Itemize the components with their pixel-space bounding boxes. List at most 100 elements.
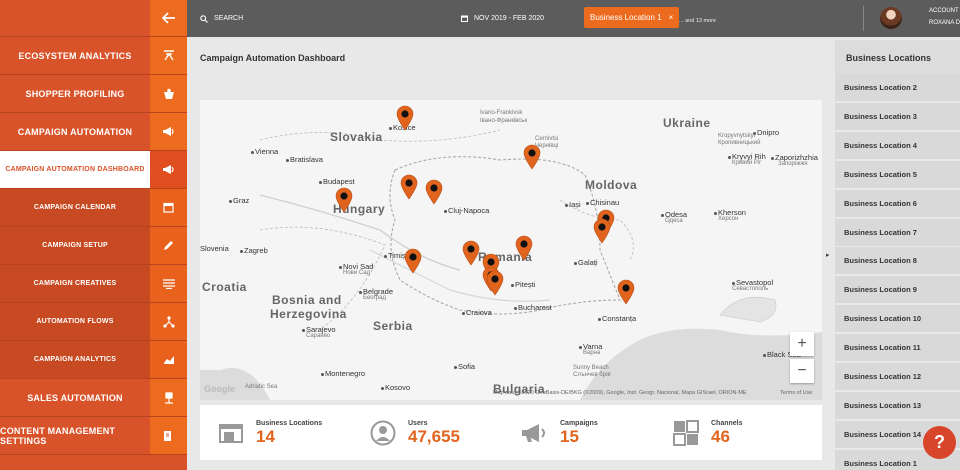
location-pin-icon[interactable]	[335, 187, 353, 213]
panel-title: Business Locations	[835, 40, 960, 75]
stat-value: 14	[256, 426, 275, 446]
location-pin-icon[interactable]	[515, 235, 533, 261]
sidebar-item-label: CAMPAIGN CALENDAR	[0, 189, 150, 226]
city-dot	[763, 354, 766, 357]
close-icon[interactable]: ×	[669, 13, 674, 22]
location-pin-icon[interactable]	[425, 179, 443, 205]
map[interactable]: Slovakia Ukraine Hungary Moldova Romania Bosn…	[200, 100, 822, 400]
location-pin-icon[interactable]	[400, 174, 418, 200]
sidebar-item-ecosystem-analytics[interactable]: ECOSYSTEM ANALYTICS	[0, 37, 187, 75]
sidebar-item-content-management-settings[interactable]: CONTENT MANAGEMENT SETTINGS	[0, 417, 187, 455]
sidebar-item-shopper-profiling[interactable]: SHOPPER PROFILING	[0, 75, 187, 113]
location-chip-label: Business Location 1	[590, 13, 662, 22]
city-label: Iași	[569, 200, 581, 209]
city-label: Zagreb	[244, 246, 268, 255]
stat-campaigns: Campaigns 15	[520, 405, 598, 460]
business-location-item[interactable]: Business Location 10	[835, 305, 960, 333]
account-name: ROXANA D	[929, 20, 960, 26]
panel-toggle-icon[interactable]: ▸	[826, 251, 830, 259]
stat-label: Channels	[711, 419, 743, 427]
business-location-item[interactable]: Business Location 13	[835, 391, 960, 419]
megaphone-icon	[522, 423, 545, 442]
city-dot	[251, 151, 254, 154]
sidebar-item-campaign-calendar[interactable]: CAMPAIGN CALENDAR	[0, 189, 187, 227]
city-label: Craiova	[466, 308, 492, 317]
sidebar-item-campaign-setup[interactable]: CAMPAIGN SETUP	[0, 227, 187, 265]
stat-value: 47,655	[408, 426, 460, 446]
calendar-icon	[150, 189, 187, 226]
sidebar-item-automation-flows[interactable]: AUTOMATION FLOWS	[0, 303, 187, 341]
business-location-item[interactable]: Business Location 9	[835, 276, 960, 304]
location-pin-icon[interactable]	[523, 144, 541, 170]
sidebar-header	[0, 0, 150, 36]
city-label: Dnipro	[757, 128, 780, 137]
zoom-out-button[interactable]: −	[790, 359, 814, 383]
business-location-item[interactable]: Business Location 7	[835, 218, 960, 246]
map-small-label: Одеса	[665, 218, 683, 224]
location-pin-icon[interactable]	[396, 105, 414, 131]
stat-channels: Channels 46	[673, 405, 743, 460]
date-range-picker[interactable]: NOV 2019 - FEB 2020	[461, 0, 544, 37]
location-pin-icon[interactable]	[593, 218, 611, 244]
city-label: Constanța	[602, 314, 637, 323]
business-location-item[interactable]: Business Location 8	[835, 247, 960, 275]
sidebar-item-label: SHOPPER PROFILING	[25, 88, 125, 99]
city-dot	[302, 329, 305, 332]
sidebar-item-sales-automation[interactable]: SALES AUTOMATION	[0, 379, 187, 417]
location-pin-icon[interactable]	[404, 248, 422, 274]
chart-icon	[150, 341, 187, 378]
city-dot	[389, 127, 392, 130]
map-small-label: Нови Сад	[343, 270, 371, 276]
search-area[interactable]: SEARCH	[200, 0, 243, 37]
city-dot	[586, 202, 589, 205]
sidebar-item-label: SALES AUTOMATION	[27, 392, 123, 403]
avatar[interactable]	[880, 7, 902, 29]
city-dot	[714, 212, 717, 215]
map-small-label: Cernivtsi	[535, 136, 559, 142]
location-pin-icon[interactable]	[617, 279, 635, 305]
megaphone-icon	[150, 113, 187, 150]
profile-icon	[150, 75, 187, 112]
arrow-left-icon[interactable]	[150, 0, 187, 36]
sidebar-item-campaign-automation-dashboard[interactable]: CAMPAIGN AUTOMATION DASHBOARD	[0, 151, 187, 189]
map-small-label: Ivano-Frankivsk	[480, 110, 523, 116]
terms-of-use-link[interactable]: Terms of Use	[780, 390, 812, 396]
business-locations-panel: Business Locations Business Location 2 Bu…	[835, 40, 960, 470]
city-label: Vienna	[255, 147, 279, 156]
sidebar-collapse-row[interactable]	[0, 0, 187, 37]
calendar-icon	[461, 15, 468, 22]
city-dot	[384, 255, 387, 258]
sidebar-item-label: CAMPAIGN SETUP	[0, 227, 150, 264]
city-label: Galați	[578, 258, 598, 267]
business-location-item[interactable]: Business Location 2	[835, 74, 960, 101]
business-location-item[interactable]: Business Location 4	[835, 131, 960, 159]
stat-value: 46	[711, 426, 730, 446]
map-small-label: Севастополь	[732, 286, 769, 292]
location-pin-icon[interactable]	[462, 240, 480, 266]
business-location-item[interactable]: Business Location 11	[835, 334, 960, 362]
business-location-item[interactable]: Business Location 5	[835, 160, 960, 188]
business-location-item[interactable]: Business Location 6	[835, 189, 960, 217]
location-filter-chip[interactable]: Business Location 1 ×	[584, 7, 680, 28]
city-dot	[661, 214, 664, 217]
stat-value: 15	[560, 426, 579, 446]
map-small-label: Івано-Франківськ	[480, 118, 528, 124]
account-menu[interactable]: ACCOUNT ROXANA D	[929, 5, 960, 29]
doc-edit-icon	[150, 417, 187, 454]
city-dot	[574, 262, 577, 265]
city-dot	[319, 181, 322, 184]
country-label: Slovakia	[330, 130, 383, 144]
sidebar-item-campaign-creatives[interactable]: CAMPAIGN CREATIVES	[0, 265, 187, 303]
stat-business-locations: Business Locations 14	[218, 405, 322, 460]
map-small-label: Београд	[363, 295, 386, 301]
business-location-item[interactable]: Business Location 12	[835, 363, 960, 390]
location-pin-icon[interactable]	[486, 270, 504, 296]
topbar-divider	[863, 6, 864, 31]
country-label: Croatia	[202, 280, 247, 294]
sidebar-item-campaign-automation[interactable]: CAMPAIGN AUTOMATION	[0, 113, 187, 151]
more-locations-text[interactable]: ... and 13 more	[679, 18, 716, 24]
help-button[interactable]: ?	[923, 426, 956, 459]
zoom-in-button[interactable]: +	[790, 332, 814, 356]
sidebar-item-campaign-analytics[interactable]: CAMPAIGN ANALYTICS	[0, 341, 187, 379]
business-location-item[interactable]: Business Location 3	[835, 102, 960, 130]
